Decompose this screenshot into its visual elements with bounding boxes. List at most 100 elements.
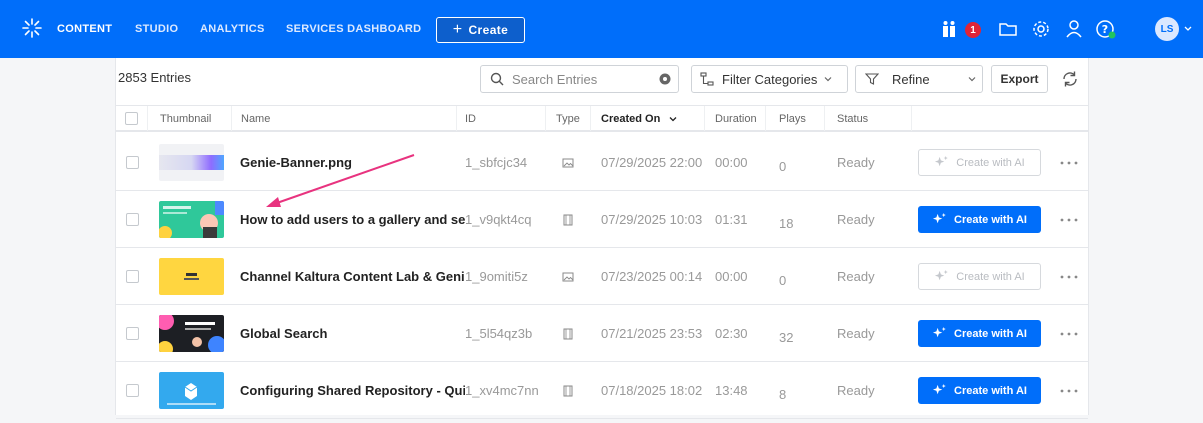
entry-status: Ready	[837, 326, 875, 341]
entry-created-on: 07/29/2025 22:00	[601, 155, 703, 170]
create-with-ai-button[interactable]: Create with AI	[918, 149, 1041, 176]
entry-created-on: 07/29/2025 10:03	[601, 212, 703, 227]
plus-icon: +	[452, 21, 463, 38]
video-icon	[562, 305, 574, 362]
select-all-checkbox[interactable]	[125, 112, 138, 125]
nav-content[interactable]: CONTENT	[57, 0, 112, 58]
create-with-ai-label: Create with AI	[954, 213, 1027, 226]
export-button[interactable]: Export	[991, 65, 1048, 93]
avatar[interactable]: LS	[1155, 17, 1179, 41]
more-actions-icon[interactable]	[1059, 217, 1079, 223]
image-icon	[562, 134, 574, 191]
entries-panel: 2853 Entries Search Entries Filter Categ…	[115, 58, 1089, 419]
entry-thumbnail[interactable]	[159, 258, 224, 295]
search-settings-gear-icon[interactable]	[658, 72, 672, 86]
create-with-ai-label: Create with AI	[956, 156, 1025, 169]
column-id[interactable]: ID	[457, 106, 546, 131]
column-thumbnail: Thumbnail	[148, 106, 232, 131]
create-with-ai-button[interactable]: Create with AI	[918, 320, 1041, 347]
table-row[interactable]: Channel Kaltura Content Lab & Genie... 1_…	[116, 248, 1088, 305]
entry-status: Ready	[837, 383, 875, 398]
filter-categories-label: Filter Categories	[722, 71, 818, 87]
nav-studio[interactable]: STUDIO	[135, 0, 178, 58]
nav-analytics[interactable]: ANALYTICS	[200, 0, 265, 58]
folder-icon[interactable]	[998, 19, 1018, 39]
announcements-icon[interactable]	[940, 19, 960, 39]
column-plays[interactable]: Plays	[766, 106, 825, 131]
svg-text:?: ?	[1102, 23, 1108, 36]
kaltura-logo-icon[interactable]	[21, 17, 43, 39]
entry-id: 1_sbfcjc34	[465, 155, 528, 170]
chevron-down-icon	[968, 77, 976, 82]
entry-created-on: 07/18/2025 18:02	[601, 383, 703, 398]
entry-name[interactable]: Channel Kaltura Content Lab & Genie...	[240, 248, 465, 305]
search-placeholder: Search Entries	[512, 72, 598, 87]
entry-plays: 8	[779, 387, 787, 402]
row-checkbox[interactable]	[126, 156, 139, 169]
entry-name[interactable]: Global Search	[240, 305, 465, 362]
sparkle-icon	[932, 212, 947, 227]
row-checkbox[interactable]	[126, 213, 139, 226]
entry-duration: 13:48	[715, 383, 748, 398]
entry-plays: 18	[779, 216, 794, 231]
create-with-ai-label: Create with AI	[956, 270, 1025, 283]
top-bar: CONTENT STUDIO ANALYTICS SERVICES DASHBO…	[0, 0, 1203, 58]
sparkle-icon	[932, 383, 947, 398]
help-icon[interactable]: ?	[1095, 19, 1117, 39]
more-actions-icon[interactable]	[1059, 160, 1079, 166]
create-with-ai-button[interactable]: Create with AI	[918, 377, 1041, 404]
entry-duration: 00:00	[715, 269, 748, 284]
table-row[interactable]: Configuring Shared Repository - Quiz 1_xv…	[116, 362, 1088, 419]
create-with-ai-button[interactable]: Create with AI	[918, 206, 1041, 233]
entry-status: Ready	[837, 155, 875, 170]
column-type[interactable]: Type	[546, 106, 591, 131]
more-actions-icon[interactable]	[1059, 388, 1079, 394]
column-status[interactable]: Status	[825, 106, 912, 131]
table-header: Thumbnail Name ID Type Created On Durati…	[116, 105, 1088, 132]
entry-name[interactable]: Genie-Banner.png	[240, 134, 465, 191]
table-row[interactable]: How to add users to a gallery and set ..…	[116, 191, 1088, 248]
user-icon[interactable]	[1064, 19, 1084, 39]
entry-thumbnail[interactable]	[159, 372, 224, 409]
gear-icon[interactable]	[1031, 19, 1051, 39]
search-input[interactable]: Search Entries	[480, 65, 679, 93]
entry-thumbnail[interactable]	[159, 144, 224, 181]
column-duration[interactable]: Duration	[705, 106, 766, 131]
sparkle-icon	[934, 155, 949, 170]
entry-name[interactable]: Configuring Shared Repository - Quiz	[240, 362, 465, 419]
entry-duration: 02:30	[715, 326, 748, 341]
entry-id: 1_5l54qz3b	[465, 326, 533, 341]
table-row[interactable]: Genie-Banner.png 1_sbfcjc34 07/29/2025 22:…	[116, 134, 1088, 191]
row-checkbox[interactable]	[126, 327, 139, 340]
video-icon	[562, 191, 574, 248]
search-icon	[490, 72, 504, 86]
column-created-on[interactable]: Created On	[591, 106, 705, 131]
sort-chevron-down-icon	[669, 116, 677, 121]
create-with-ai-label: Create with AI	[954, 384, 1027, 397]
entry-thumbnail[interactable]	[159, 315, 224, 352]
entry-name[interactable]: How to add users to a gallery and set ..…	[240, 191, 465, 248]
more-actions-icon[interactable]	[1059, 274, 1079, 280]
more-actions-icon[interactable]	[1059, 331, 1079, 337]
refresh-icon[interactable]	[1061, 70, 1079, 88]
chevron-down-icon	[824, 77, 832, 82]
filter-categories-button[interactable]: Filter Categories	[691, 65, 848, 93]
filter-funnel-icon	[865, 73, 879, 85]
entry-thumbnail[interactable]	[159, 201, 224, 238]
column-name[interactable]: Name	[232, 106, 457, 131]
entry-plays: 32	[779, 330, 794, 345]
row-checkbox[interactable]	[126, 270, 139, 283]
entry-id: 1_xv4mc7nn	[465, 383, 539, 398]
notification-badge: 1	[965, 22, 981, 38]
nav-services-dashboard[interactable]: SERVICES DASHBOARD	[286, 0, 421, 58]
create-with-ai-button[interactable]: Create with AI	[918, 263, 1041, 290]
entry-id: 1_9omiti5z	[465, 269, 528, 284]
entry-status: Ready	[837, 269, 875, 284]
table-row[interactable]: Global Search 1_5l54qz3b 07/21/2025 23:53 0…	[116, 305, 1088, 362]
column-created-on-label: Created On	[601, 112, 661, 125]
create-button[interactable]: + Create	[436, 17, 525, 43]
select-all-cell	[116, 106, 148, 131]
refine-button[interactable]: Refine	[855, 65, 983, 93]
row-checkbox[interactable]	[126, 384, 139, 397]
chevron-down-icon[interactable]	[1183, 24, 1193, 34]
